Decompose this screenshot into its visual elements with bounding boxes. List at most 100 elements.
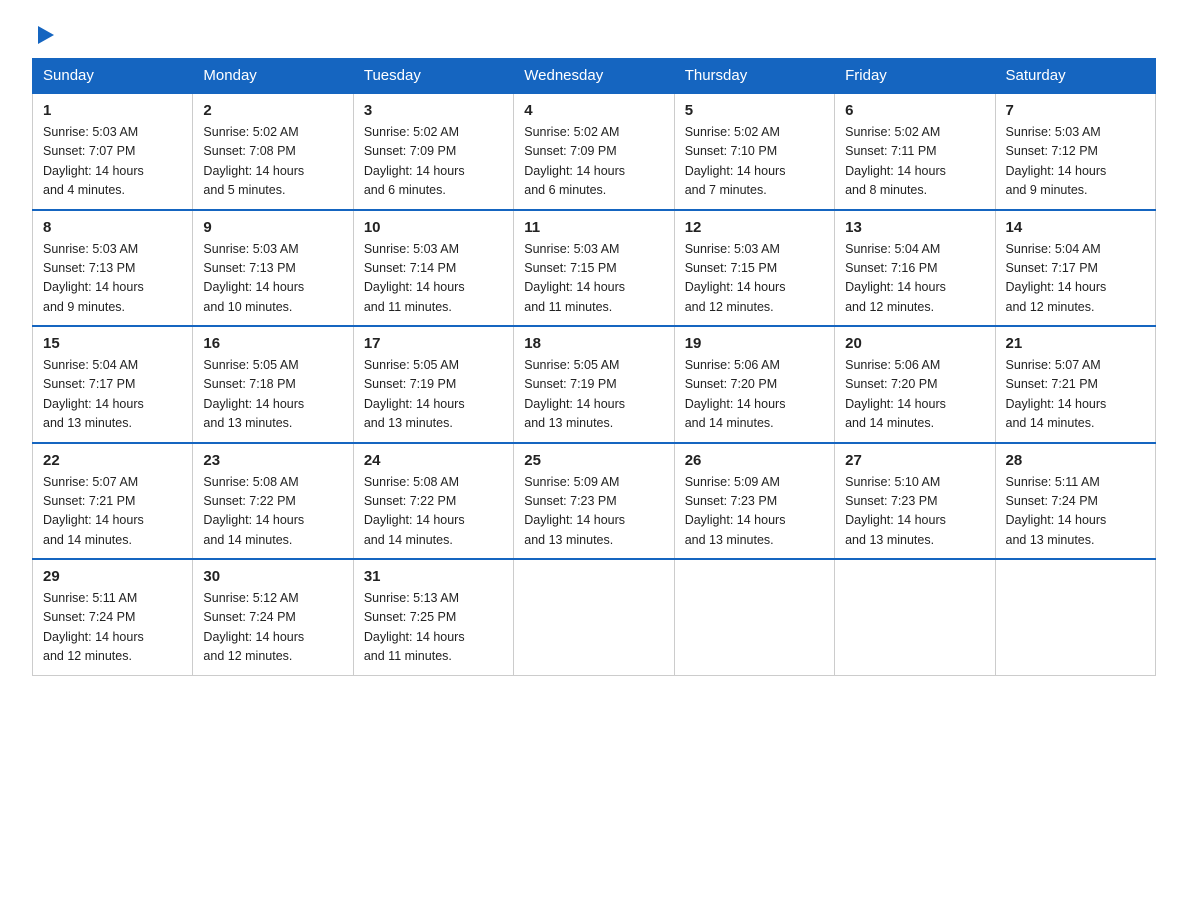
calendar-cell (835, 559, 995, 675)
calendar-cell: 25 Sunrise: 5:09 AMSunset: 7:23 PMDaylig… (514, 443, 674, 560)
day-info: Sunrise: 5:07 AMSunset: 7:21 PMDaylight:… (1006, 358, 1107, 430)
logo-triangle-icon (34, 24, 56, 46)
day-info: Sunrise: 5:02 AMSunset: 7:10 PMDaylight:… (685, 125, 786, 197)
calendar-cell: 21 Sunrise: 5:07 AMSunset: 7:21 PMDaylig… (995, 326, 1155, 443)
calendar-cell: 15 Sunrise: 5:04 AMSunset: 7:17 PMDaylig… (33, 326, 193, 443)
calendar-cell: 19 Sunrise: 5:06 AMSunset: 7:20 PMDaylig… (674, 326, 834, 443)
day-info: Sunrise: 5:05 AMSunset: 7:19 PMDaylight:… (524, 358, 625, 430)
day-info: Sunrise: 5:05 AMSunset: 7:19 PMDaylight:… (364, 358, 465, 430)
calendar-cell: 31 Sunrise: 5:13 AMSunset: 7:25 PMDaylig… (353, 559, 513, 675)
page-header (32, 24, 1156, 46)
day-number: 24 (364, 452, 503, 469)
day-header-tuesday: Tuesday (353, 59, 513, 94)
calendar-cell: 3 Sunrise: 5:02 AMSunset: 7:09 PMDayligh… (353, 93, 513, 210)
day-info: Sunrise: 5:09 AMSunset: 7:23 PMDaylight:… (524, 475, 625, 547)
day-number: 8 (43, 219, 182, 236)
calendar-cell: 1 Sunrise: 5:03 AMSunset: 7:07 PMDayligh… (33, 93, 193, 210)
day-info: Sunrise: 5:03 AMSunset: 7:15 PMDaylight:… (685, 242, 786, 314)
day-number: 9 (203, 219, 342, 236)
calendar-cell: 11 Sunrise: 5:03 AMSunset: 7:15 PMDaylig… (514, 210, 674, 327)
calendar-cell: 16 Sunrise: 5:05 AMSunset: 7:18 PMDaylig… (193, 326, 353, 443)
day-info: Sunrise: 5:06 AMSunset: 7:20 PMDaylight:… (845, 358, 946, 430)
day-info: Sunrise: 5:02 AMSunset: 7:09 PMDaylight:… (364, 125, 465, 197)
day-number: 7 (1006, 102, 1145, 119)
day-info: Sunrise: 5:10 AMSunset: 7:23 PMDaylight:… (845, 475, 946, 547)
calendar-cell (995, 559, 1155, 675)
calendar-cell: 8 Sunrise: 5:03 AMSunset: 7:13 PMDayligh… (33, 210, 193, 327)
day-number: 14 (1006, 219, 1145, 236)
day-info: Sunrise: 5:07 AMSunset: 7:21 PMDaylight:… (43, 475, 144, 547)
day-number: 5 (685, 102, 824, 119)
calendar-week-row: 22 Sunrise: 5:07 AMSunset: 7:21 PMDaylig… (33, 443, 1156, 560)
day-number: 20 (845, 335, 984, 352)
calendar-header: SundayMondayTuesdayWednesdayThursdayFrid… (33, 59, 1156, 94)
day-number: 12 (685, 219, 824, 236)
calendar-cell: 23 Sunrise: 5:08 AMSunset: 7:22 PMDaylig… (193, 443, 353, 560)
day-info: Sunrise: 5:04 AMSunset: 7:17 PMDaylight:… (1006, 242, 1107, 314)
calendar-cell: 2 Sunrise: 5:02 AMSunset: 7:08 PMDayligh… (193, 93, 353, 210)
day-number: 25 (524, 452, 663, 469)
day-info: Sunrise: 5:11 AMSunset: 7:24 PMDaylight:… (43, 591, 144, 663)
calendar-cell: 28 Sunrise: 5:11 AMSunset: 7:24 PMDaylig… (995, 443, 1155, 560)
logo (32, 24, 56, 46)
day-number: 18 (524, 335, 663, 352)
day-info: Sunrise: 5:12 AMSunset: 7:24 PMDaylight:… (203, 591, 304, 663)
calendar-cell: 27 Sunrise: 5:10 AMSunset: 7:23 PMDaylig… (835, 443, 995, 560)
day-info: Sunrise: 5:02 AMSunset: 7:11 PMDaylight:… (845, 125, 946, 197)
calendar-cell: 7 Sunrise: 5:03 AMSunset: 7:12 PMDayligh… (995, 93, 1155, 210)
day-number: 1 (43, 102, 182, 119)
calendar-cell: 6 Sunrise: 5:02 AMSunset: 7:11 PMDayligh… (835, 93, 995, 210)
day-info: Sunrise: 5:03 AMSunset: 7:13 PMDaylight:… (43, 242, 144, 314)
day-info: Sunrise: 5:05 AMSunset: 7:18 PMDaylight:… (203, 358, 304, 430)
calendar-cell: 9 Sunrise: 5:03 AMSunset: 7:13 PMDayligh… (193, 210, 353, 327)
day-info: Sunrise: 5:04 AMSunset: 7:17 PMDaylight:… (43, 358, 144, 430)
calendar-cell: 13 Sunrise: 5:04 AMSunset: 7:16 PMDaylig… (835, 210, 995, 327)
day-info: Sunrise: 5:03 AMSunset: 7:13 PMDaylight:… (203, 242, 304, 314)
calendar-cell: 29 Sunrise: 5:11 AMSunset: 7:24 PMDaylig… (33, 559, 193, 675)
calendar-cell: 24 Sunrise: 5:08 AMSunset: 7:22 PMDaylig… (353, 443, 513, 560)
day-info: Sunrise: 5:02 AMSunset: 7:09 PMDaylight:… (524, 125, 625, 197)
day-number: 23 (203, 452, 342, 469)
day-number: 13 (845, 219, 984, 236)
calendar-cell: 10 Sunrise: 5:03 AMSunset: 7:14 PMDaylig… (353, 210, 513, 327)
day-info: Sunrise: 5:08 AMSunset: 7:22 PMDaylight:… (203, 475, 304, 547)
calendar-cell (674, 559, 834, 675)
calendar-cell: 14 Sunrise: 5:04 AMSunset: 7:17 PMDaylig… (995, 210, 1155, 327)
day-header-monday: Monday (193, 59, 353, 94)
day-number: 15 (43, 335, 182, 352)
day-number: 17 (364, 335, 503, 352)
day-number: 16 (203, 335, 342, 352)
calendar-week-row: 29 Sunrise: 5:11 AMSunset: 7:24 PMDaylig… (33, 559, 1156, 675)
calendar-cell: 12 Sunrise: 5:03 AMSunset: 7:15 PMDaylig… (674, 210, 834, 327)
day-number: 31 (364, 568, 503, 585)
day-number: 27 (845, 452, 984, 469)
day-number: 6 (845, 102, 984, 119)
day-header-sunday: Sunday (33, 59, 193, 94)
day-header-saturday: Saturday (995, 59, 1155, 94)
day-info: Sunrise: 5:06 AMSunset: 7:20 PMDaylight:… (685, 358, 786, 430)
day-number: 11 (524, 219, 663, 236)
day-info: Sunrise: 5:09 AMSunset: 7:23 PMDaylight:… (685, 475, 786, 547)
calendar-cell: 18 Sunrise: 5:05 AMSunset: 7:19 PMDaylig… (514, 326, 674, 443)
calendar-week-row: 8 Sunrise: 5:03 AMSunset: 7:13 PMDayligh… (33, 210, 1156, 327)
day-header-wednesday: Wednesday (514, 59, 674, 94)
day-info: Sunrise: 5:03 AMSunset: 7:15 PMDaylight:… (524, 242, 625, 314)
calendar-cell (514, 559, 674, 675)
day-number: 26 (685, 452, 824, 469)
calendar-cell: 4 Sunrise: 5:02 AMSunset: 7:09 PMDayligh… (514, 93, 674, 210)
day-number: 2 (203, 102, 342, 119)
header-row: SundayMondayTuesdayWednesdayThursdayFrid… (33, 59, 1156, 94)
day-number: 19 (685, 335, 824, 352)
day-number: 3 (364, 102, 503, 119)
calendar-cell: 30 Sunrise: 5:12 AMSunset: 7:24 PMDaylig… (193, 559, 353, 675)
day-info: Sunrise: 5:03 AMSunset: 7:07 PMDaylight:… (43, 125, 144, 197)
calendar-body: 1 Sunrise: 5:03 AMSunset: 7:07 PMDayligh… (33, 93, 1156, 675)
calendar-week-row: 1 Sunrise: 5:03 AMSunset: 7:07 PMDayligh… (33, 93, 1156, 210)
day-info: Sunrise: 5:04 AMSunset: 7:16 PMDaylight:… (845, 242, 946, 314)
day-header-friday: Friday (835, 59, 995, 94)
calendar-week-row: 15 Sunrise: 5:04 AMSunset: 7:17 PMDaylig… (33, 326, 1156, 443)
day-number: 10 (364, 219, 503, 236)
day-info: Sunrise: 5:08 AMSunset: 7:22 PMDaylight:… (364, 475, 465, 547)
calendar-cell: 5 Sunrise: 5:02 AMSunset: 7:10 PMDayligh… (674, 93, 834, 210)
day-number: 29 (43, 568, 182, 585)
